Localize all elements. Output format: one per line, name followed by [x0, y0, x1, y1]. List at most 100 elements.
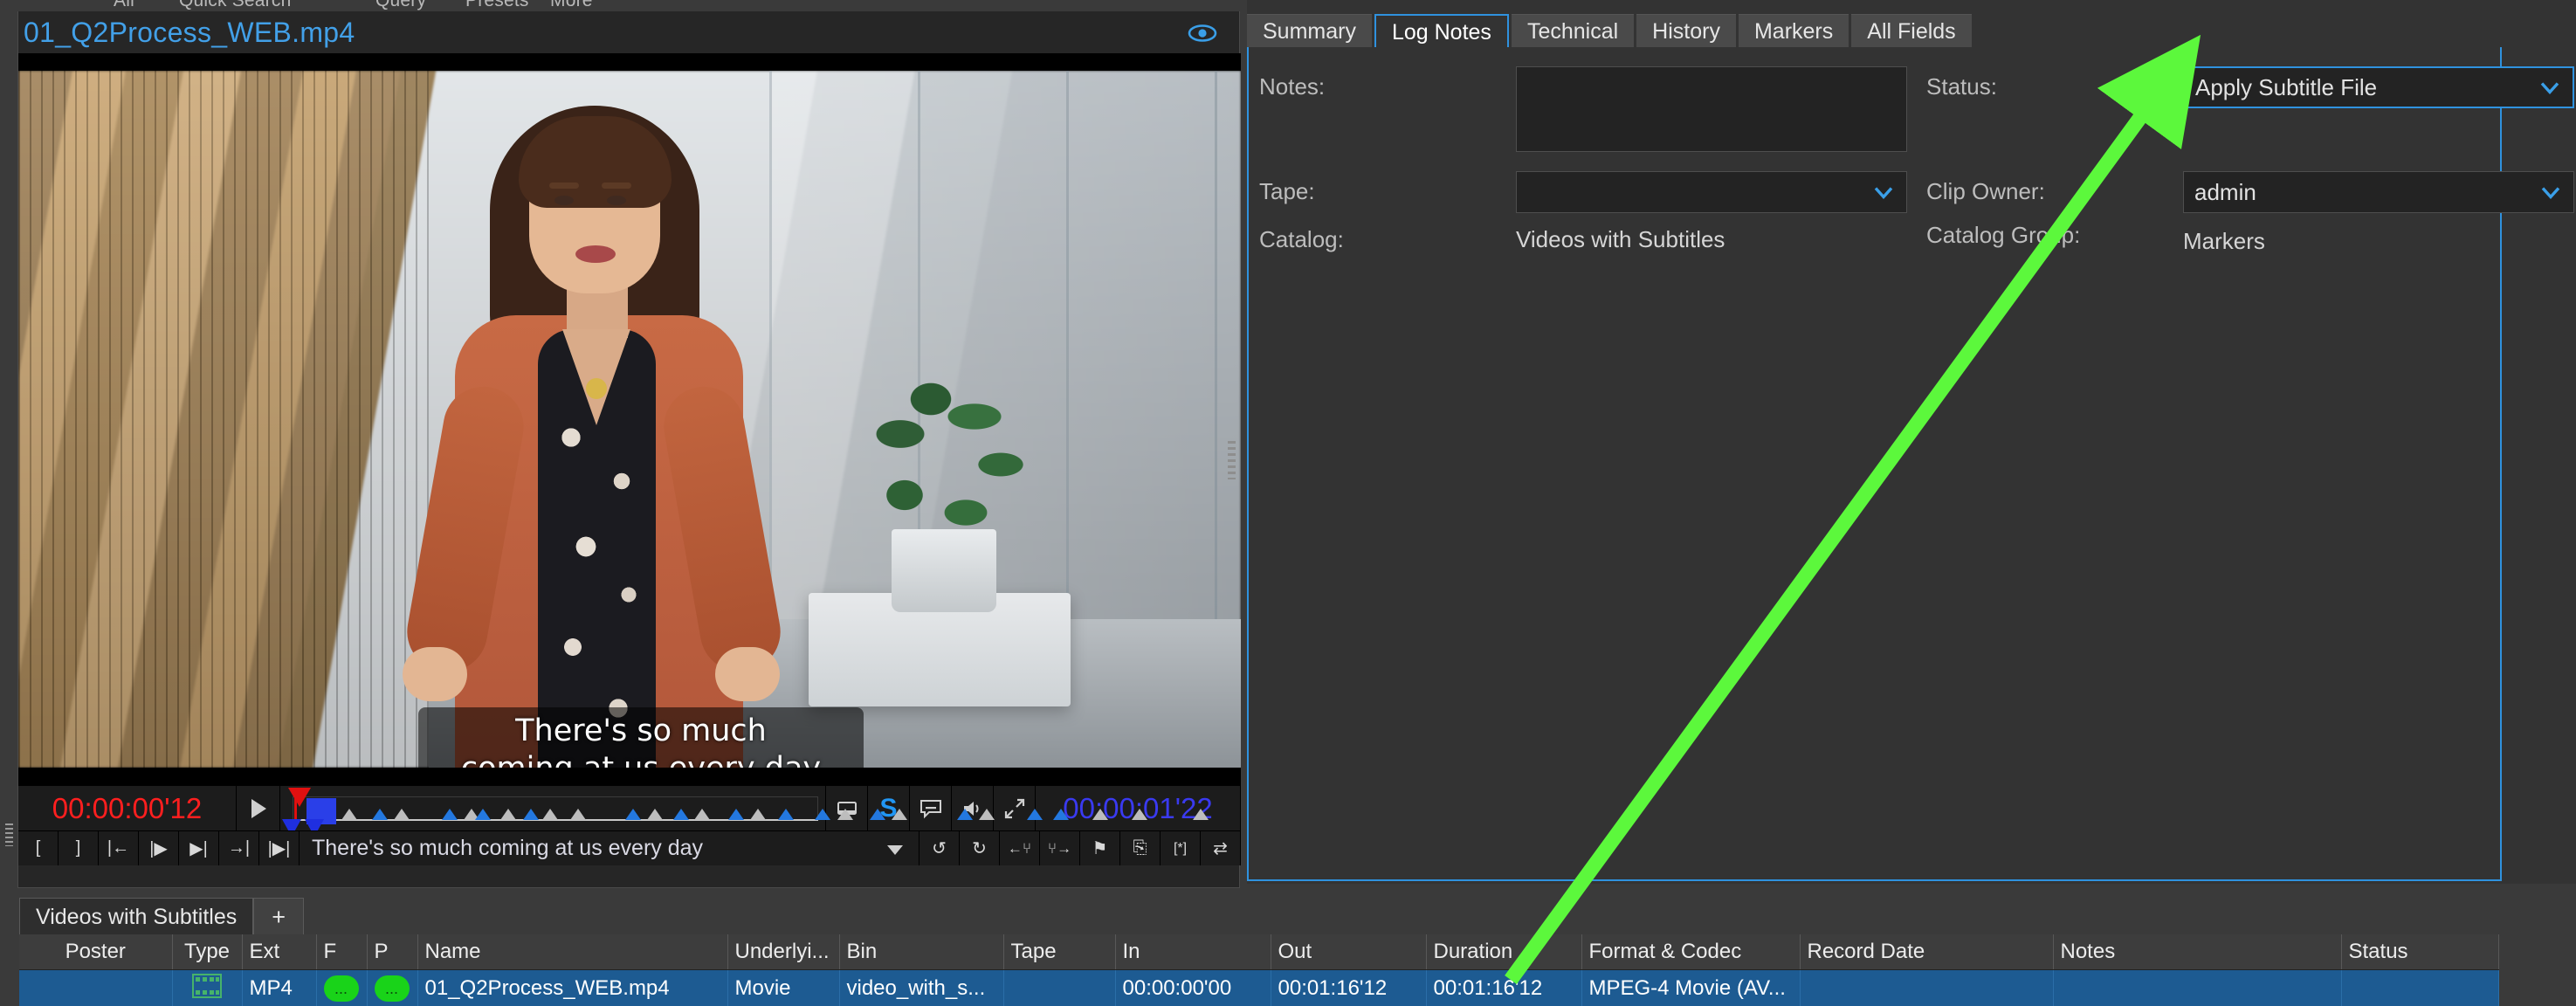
bin-tab-videos-with-subtitles[interactable]: Videos with Subtitles — [19, 898, 254, 936]
panel-resize-grip[interactable] — [5, 823, 13, 846]
menu-item-all[interactable]: All — [114, 0, 134, 11]
cell-ext: MP4 — [242, 969, 317, 1006]
flag-marker-icon[interactable]: ⚑ — [1080, 831, 1120, 865]
cell-duration: 00:01:16'12 — [1426, 969, 1582, 1006]
cell-record — [1800, 969, 2054, 1006]
column-header-type[interactable]: Type — [172, 934, 243, 970]
subtitle-line-2: coming at us every day — [461, 750, 821, 768]
caption-icon[interactable] — [910, 786, 952, 830]
tab-history[interactable]: History — [1636, 14, 1736, 49]
column-header-f[interactable]: F — [316, 934, 368, 970]
flag-pill[interactable]: ... — [323, 975, 359, 1002]
cell-poster — [19, 969, 173, 1006]
application-window: All Quick Search Query Presets More Quic… — [0, 0, 2576, 1006]
mark-out-button[interactable]: ] — [59, 831, 99, 865]
clip-owner-label: Clip Owner: — [1926, 178, 2045, 204]
marker-in-icon[interactable]: ←⑂ — [1000, 831, 1040, 865]
marker-toolbar: [ ] |← |▶ ▶| →| |▶| There's so much comi… — [18, 830, 1241, 865]
tab-summary[interactable]: Summary — [1247, 14, 1372, 49]
browser-table-wrap: Poster Type Ext F P Name Underlyi... Bin… — [19, 934, 2568, 1006]
menu-item-quick-search[interactable]: Quick Search — [179, 0, 291, 11]
cell-status — [2341, 969, 2499, 1006]
column-header-tape[interactable]: Tape — [1003, 934, 1116, 970]
step-forward-button[interactable]: ▶| — [179, 831, 219, 865]
cell-format: MPEG-4 Movie (AV... — [1581, 969, 1801, 1006]
column-header-p[interactable]: P — [367, 934, 418, 970]
loop-forward-icon[interactable]: ↻ — [960, 831, 1000, 865]
catalog-group-value: Markers — [2183, 228, 2265, 254]
eye-icon[interactable] — [1188, 24, 1217, 43]
status-label: Status: — [1926, 73, 1997, 100]
menu-item-presets[interactable]: Presets — [465, 0, 529, 11]
column-header-in[interactable]: In — [1115, 934, 1271, 970]
marker-out-icon[interactable]: ⑂→ — [1040, 831, 1080, 865]
column-header-status[interactable]: Status — [2341, 934, 2499, 970]
page-title: 01_Q2Process_WEB.mp4 — [24, 16, 355, 48]
marker-text-field[interactable]: There's so much coming at us every day — [300, 831, 920, 865]
table-header-row: Poster Type Ext F P Name Underlyi... Bin… — [19, 934, 2568, 970]
marker-text-value: There's so much coming at us every day — [312, 836, 704, 860]
catalog-value: Videos with Subtitles — [1516, 226, 1725, 252]
table-row[interactable]: MP4 ... ... 01_Q2Process_WEB.mp4 Movie v… — [19, 969, 2568, 1006]
vertical-splitter-grip[interactable] — [1228, 441, 1236, 479]
column-header-name[interactable]: Name — [417, 934, 728, 970]
bin-tabstrip: Videos with Subtitles + — [19, 896, 305, 936]
column-header-notes[interactable]: Notes — [2053, 934, 2342, 970]
tape-label: Tape: — [1259, 178, 1315, 204]
tab-technical[interactable]: Technical — [1511, 14, 1635, 49]
cell-type — [172, 969, 243, 1006]
column-header-bin[interactable]: Bin — [839, 934, 1004, 970]
status-select[interactable]: Apply Subtitle File — [2183, 66, 2574, 108]
inspector-panel: Summary Log Notes Technical History Mark… — [1247, 0, 2576, 884]
cell-filler — [2498, 969, 2568, 1006]
step-back-button[interactable]: |▶ — [139, 831, 179, 865]
cell-name: 01_Q2Process_WEB.mp4 — [417, 969, 728, 1006]
column-header-poster[interactable]: Poster — [19, 934, 173, 970]
cell-tape — [1003, 969, 1116, 1006]
menu-item-query[interactable]: Query — [375, 0, 426, 11]
add-bin-tab-button[interactable]: + — [253, 898, 305, 936]
chevron-down-icon[interactable] — [2539, 74, 2560, 101]
chevron-down-icon[interactable] — [2540, 179, 2561, 206]
cell-out: 00:01:16'12 — [1271, 969, 1427, 1006]
column-header-out[interactable]: Out — [1271, 934, 1427, 970]
browser-panel: Videos with Subtitles + Poster Type Ext … — [0, 891, 2576, 1006]
snapshot-icon[interactable]: ⎘ — [1120, 831, 1161, 865]
next-marker-button[interactable]: |▶| — [259, 831, 300, 865]
tab-log-notes[interactable]: Log Notes — [1374, 14, 1509, 49]
play-icon[interactable] — [237, 786, 280, 830]
tape-select[interactable] — [1516, 171, 1907, 213]
go-to-start-button[interactable]: |← — [99, 831, 139, 865]
column-header-ext[interactable]: Ext — [242, 934, 317, 970]
viewer-panel: 01_Q2Process_WEB.mp4 There's so much 00:… — [17, 11, 1466, 888]
tab-all-fields[interactable]: All Fields — [1851, 14, 1972, 49]
cell-p: ... — [367, 969, 418, 1006]
subclip-icon[interactable]: [*] — [1161, 831, 1201, 865]
viewer-title-bar: 01_Q2Process_WEB.mp4 — [18, 11, 1239, 53]
cell-notes — [2053, 969, 2342, 1006]
column-header-duration[interactable]: Duration — [1426, 934, 1582, 970]
proxy-pill[interactable]: ... — [374, 975, 410, 1002]
clip-owner-select[interactable]: admin — [2183, 171, 2574, 213]
go-to-end-button[interactable]: →| — [219, 831, 259, 865]
sync-icon[interactable]: ⇄ — [1201, 831, 1241, 865]
left-gutter — [0, 11, 17, 888]
column-header-filler — [2498, 934, 2568, 969]
menu-item-more[interactable]: More — [550, 0, 593, 11]
column-header-underlying[interactable]: Underlyi... — [727, 934, 840, 970]
chevron-down-icon[interactable] — [887, 845, 903, 855]
current-timecode[interactable]: 00:00:00'12 — [18, 786, 237, 830]
catalog-group-label: Catalog Group: — [1926, 222, 2081, 248]
cell-bin: video_with_s... — [839, 969, 1004, 1006]
chevron-down-icon[interactable] — [1873, 179, 1894, 206]
mark-in-button[interactable]: [ — [18, 831, 59, 865]
loop-back-icon[interactable]: ↺ — [920, 831, 960, 865]
video-stage[interactable]: There's so much coming at us every day — [18, 53, 1241, 785]
notes-input[interactable] — [1516, 66, 1907, 152]
timeline-scrubber[interactable] — [280, 786, 1466, 837]
tab-markers[interactable]: Markers — [1738, 14, 1849, 49]
playhead[interactable] — [288, 788, 311, 807]
column-header-format[interactable]: Format & Codec — [1581, 934, 1801, 970]
column-header-record-date[interactable]: Record Date — [1800, 934, 2054, 970]
log-notes-panel: Notes: Tape: Catalog: Videos with Subtit… — [1247, 47, 2574, 881]
